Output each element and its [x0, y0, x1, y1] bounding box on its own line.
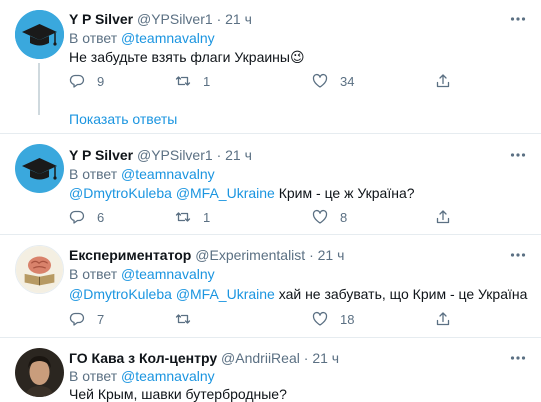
separator-dot: ·: [216, 11, 222, 27]
user-handle[interactable]: @AndriiReal: [221, 350, 300, 366]
timestamp[interactable]: 21 ч: [312, 350, 339, 366]
wink-emoji: 😉: [289, 49, 305, 65]
like-button[interactable]: 18: [312, 310, 354, 328]
user-handle[interactable]: @YPSilver1: [137, 147, 213, 163]
share-icon: [436, 312, 450, 326]
avatar[interactable]: [15, 348, 64, 397]
reply-prefix: В ответ: [69, 368, 118, 384]
tweet-header: Експериментатор @Experimentalist · 21 ч: [69, 246, 344, 264]
timestamp[interactable]: 21 ч: [225, 11, 252, 27]
reply-to-link[interactable]: @teamnavalny: [121, 166, 215, 182]
reply-context: В ответ @teamnavalny: [69, 265, 215, 283]
tweet-text-content: Не забудьте взять флаги Украины: [69, 49, 290, 65]
retweet-button[interactable]: [175, 310, 203, 328]
tweet-text: Не забудьте взять флаги Украины😉: [69, 48, 305, 66]
tweet-text: @DmytroKuleba @MFA_Ukraine Крим - це ж У…: [69, 184, 415, 202]
separator-dot: ·: [309, 247, 314, 263]
tweet-text-content: Чей Крым, шавки бутербродные?: [69, 386, 287, 402]
avatar[interactable]: [15, 10, 64, 59]
tweet-text: Чей Крым, шавки бутербродные?: [69, 385, 287, 402]
share-icon: [436, 74, 450, 88]
tweet-header: Y P Silver @YPSilver1 · 21 ч: [69, 146, 252, 164]
user-handle[interactable]: @Experimentalist: [195, 247, 305, 263]
avatar[interactable]: [15, 245, 64, 294]
reply-to-link[interactable]: @teamnavalny: [121, 30, 215, 46]
reply-prefix: В ответ: [69, 30, 118, 46]
tweet[interactable]: Y P Silver @YPSilver1 · 21 ч В ответ @te…: [0, 0, 541, 115]
retweet-icon: [175, 212, 191, 222]
separator-dot: ·: [216, 147, 222, 163]
mention-link[interactable]: @DmytroKuleba: [69, 286, 172, 302]
reply-count: 9: [97, 73, 105, 89]
display-name[interactable]: Експериментатор: [69, 247, 191, 263]
retweet-icon: [175, 76, 191, 86]
reply-button[interactable]: 7: [69, 310, 104, 328]
retweet-count: 1: [203, 73, 211, 89]
show-replies-row[interactable]: Показать ответы: [0, 102, 541, 134]
tweet-header: Y P Silver @YPSilver1 · 21 ч: [69, 10, 252, 28]
reply-prefix: В ответ: [69, 266, 118, 282]
reply-icon: [69, 74, 85, 88]
avatar[interactable]: [15, 144, 64, 193]
like-button[interactable]: 34: [312, 72, 354, 90]
like-icon: [312, 311, 328, 326]
reply-icon: [69, 312, 85, 326]
display-name[interactable]: Y P Silver: [69, 147, 133, 163]
display-name[interactable]: Y P Silver: [69, 11, 133, 27]
tweet[interactable]: Експериментатор @Experimentalist · 21 ч …: [0, 235, 541, 338]
mention-link[interactable]: @MFA_Ukraine: [176, 185, 275, 201]
mention-link[interactable]: @DmytroKuleba: [69, 185, 172, 201]
reply-context: В ответ @teamnavalny: [69, 165, 215, 183]
graduation-cap-icon: [15, 144, 64, 193]
more-icon[interactable]: [509, 146, 527, 164]
reply-to-link[interactable]: @teamnavalny: [121, 368, 215, 384]
retweet-icon: [175, 314, 191, 324]
like-count: 18: [340, 311, 355, 327]
reply-prefix: В ответ: [69, 166, 118, 182]
more-icon[interactable]: [509, 246, 527, 264]
reply-to-link[interactable]: @teamnavalny: [121, 266, 215, 282]
reply-context: В ответ @teamnavalny: [69, 29, 215, 47]
portrait-icon: [15, 348, 64, 397]
reply-button[interactable]: 6: [69, 208, 104, 226]
tweet-text: @DmytroKuleba @MFA_Ukraine хай не забува…: [69, 285, 527, 303]
user-handle[interactable]: @YPSilver1: [137, 11, 213, 27]
reply-count: 6: [97, 209, 105, 225]
share-icon: [436, 210, 450, 224]
share-button[interactable]: [435, 72, 451, 90]
like-count: 8: [340, 209, 348, 225]
share-button[interactable]: [435, 208, 451, 226]
like-icon: [312, 209, 328, 224]
action-bar: 6 1 8: [69, 208, 469, 226]
tweet[interactable]: ГО Кава з Кол-центру @AndriiReal · 21 ч …: [0, 338, 541, 402]
reply-button[interactable]: 9: [69, 72, 104, 90]
tweet[interactable]: Y P Silver @YPSilver1 · 21 ч В ответ @te…: [0, 134, 541, 235]
retweet-button[interactable]: 1: [175, 72, 210, 90]
more-icon[interactable]: [509, 349, 527, 367]
tweet-text-content: Крим - це ж Україна?: [278, 185, 415, 201]
more-icon[interactable]: [509, 10, 527, 28]
display-name[interactable]: ГО Кава з Кол-центру: [69, 350, 217, 366]
retweet-button[interactable]: 1: [175, 208, 210, 226]
reply-count: 7: [97, 311, 105, 327]
mention-link[interactable]: @MFA_Ukraine: [176, 286, 275, 302]
separator-dot: ·: [303, 350, 309, 366]
graduation-cap-icon: [15, 10, 64, 59]
retweet-count: 1: [203, 209, 211, 225]
timestamp[interactable]: 21 ч: [225, 147, 252, 163]
reply-icon: [69, 210, 85, 224]
brain-book-icon: [16, 246, 63, 293]
reply-context: В ответ @teamnavalny: [69, 367, 215, 385]
timestamp[interactable]: 21 ч: [318, 247, 345, 263]
tweet-text-content: хай не забувать, що Крим - це Україна: [278, 286, 528, 302]
like-count: 34: [340, 73, 355, 89]
action-bar: 7 18: [69, 310, 469, 328]
like-icon: [312, 73, 328, 88]
action-bar: 9 1 34: [69, 72, 469, 90]
tweet-header: ГО Кава з Кол-центру @AndriiReal · 21 ч: [69, 349, 339, 367]
show-replies-link[interactable]: Показать ответы: [69, 110, 177, 128]
share-button[interactable]: [435, 310, 451, 328]
like-button[interactable]: 8: [312, 208, 347, 226]
